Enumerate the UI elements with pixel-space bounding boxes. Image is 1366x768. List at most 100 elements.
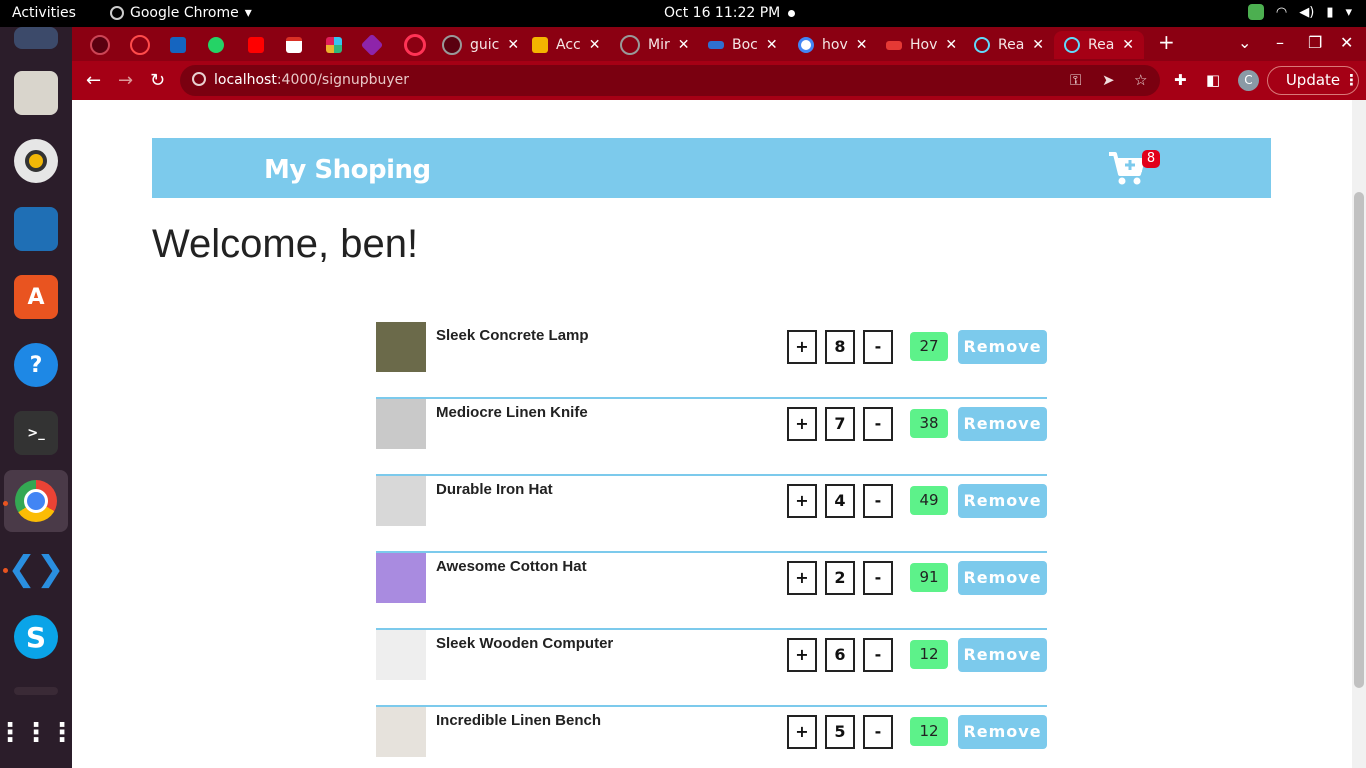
react-icon	[974, 37, 990, 53]
tab-label: Rea	[998, 37, 1025, 53]
vscode-icon[interactable]: ❮❯	[8, 547, 65, 591]
activities-button[interactable]: Activities	[12, 5, 76, 21]
product-name: Incredible Linen Bench	[436, 712, 602, 729]
github-icon	[442, 35, 462, 55]
terminal-icon[interactable]: >_	[14, 411, 58, 455]
notification-dot-icon	[788, 10, 795, 17]
writer-icon[interactable]	[14, 207, 58, 251]
send-icon[interactable]: ➤	[1102, 71, 1115, 89]
product-thumbnail	[376, 476, 426, 526]
key-icon[interactable]: ⚿	[1070, 71, 1081, 89]
tab-7[interactable]: Rea ✕	[974, 31, 1044, 59]
extensions-icon[interactable]: ✚	[1174, 71, 1187, 89]
decrease-quantity-button[interactable]: -	[863, 715, 893, 749]
pinned-tab-gmail[interactable]	[286, 31, 302, 59]
address-bar[interactable]: localhost:4000/signupbuyer ⚿ ➤ ☆	[180, 65, 1160, 96]
rhythmbox-icon[interactable]	[14, 139, 58, 183]
tab-label: Hov	[910, 37, 938, 53]
pinned-tab-target[interactable]	[404, 31, 426, 59]
increase-quantity-button[interactable]: +	[787, 561, 817, 595]
decrease-quantity-button[interactable]: -	[863, 561, 893, 595]
tab-5[interactable]: hov ✕	[798, 31, 867, 59]
tab-label: Mir	[648, 37, 670, 53]
tab-4[interactable]: Boc ✕	[708, 31, 778, 59]
system-tray[interactable]: ◠ ◀) ▮ ▾	[1247, 4, 1352, 20]
kebab-menu-icon[interactable]: ⋮	[1344, 71, 1359, 89]
pinned-tab-slack[interactable]	[326, 31, 342, 59]
chrome-dock-icon[interactable]	[4, 470, 68, 532]
increase-quantity-button[interactable]: +	[787, 484, 817, 518]
pinned-tab-github[interactable]	[90, 31, 110, 59]
side-panel-icon[interactable]: ◧	[1206, 71, 1220, 89]
pinned-tab-youtube[interactable]	[248, 31, 264, 59]
product-name: Awesome Cotton Hat	[436, 558, 587, 575]
url-text[interactable]: localhost:4000/signupbuyer	[214, 72, 409, 88]
price-badge: 27	[910, 332, 948, 361]
decrease-quantity-button[interactable]: -	[863, 484, 893, 518]
page-scrollbar[interactable]	[1352, 100, 1366, 768]
increase-quantity-button[interactable]: +	[787, 407, 817, 441]
tab-label: guic	[470, 37, 500, 53]
app-menu[interactable]: Google Chrome ▾	[110, 5, 252, 21]
cart-icon[interactable]	[1107, 150, 1147, 186]
files-icon[interactable]	[14, 71, 58, 115]
close-icon[interactable]: ✕	[1032, 37, 1044, 53]
json-icon	[170, 37, 186, 53]
show-apps-icon[interactable]: ⋮⋮⋮	[0, 711, 75, 755]
close-icon[interactable]: ✕	[945, 37, 957, 53]
close-icon[interactable]: ✕	[507, 37, 519, 53]
remove-button[interactable]: Remove	[958, 638, 1047, 672]
increase-quantity-button[interactable]: +	[787, 638, 817, 672]
close-icon[interactable]: ✕	[766, 37, 778, 53]
tab-1[interactable]: guic ✕	[442, 31, 519, 59]
tab-8-active[interactable]: Rea ✕	[1054, 31, 1145, 59]
quantity-value: 5	[825, 715, 855, 749]
profile-avatar[interactable]: C	[1238, 70, 1259, 91]
close-icon[interactable]: ✕	[1122, 37, 1134, 53]
tab-6[interactable]: Hov ✕	[886, 31, 957, 59]
price-badge: 49	[910, 486, 948, 515]
dock-partial-app-icon[interactable]	[14, 27, 58, 49]
close-icon[interactable]: ✕	[678, 37, 690, 53]
dock-separator	[14, 687, 58, 695]
increase-quantity-button[interactable]: +	[787, 330, 817, 364]
tab-label: Acc	[556, 37, 581, 53]
close-icon[interactable]: ✕	[589, 37, 601, 53]
pinned-tab-json[interactable]	[170, 31, 186, 59]
remove-button[interactable]: Remove	[958, 330, 1047, 364]
tab-2[interactable]: Acc ✕	[532, 31, 600, 59]
increase-quantity-button[interactable]: +	[787, 715, 817, 749]
maximize-icon[interactable]: ❐	[1308, 33, 1322, 52]
close-icon[interactable]: ✕	[856, 37, 868, 53]
youtube-icon	[248, 37, 264, 53]
site-brand[interactable]: My Shoping	[264, 155, 431, 185]
remove-button[interactable]: Remove	[958, 407, 1047, 441]
window-close-icon[interactable]: ✕	[1340, 33, 1353, 52]
remove-button[interactable]: Remove	[958, 484, 1047, 518]
decrease-quantity-button[interactable]: -	[863, 638, 893, 672]
pinned-tab-whatsapp[interactable]	[208, 31, 224, 59]
web-page: My Shoping 8 Welcome, ben! Sleek Concret…	[72, 100, 1352, 768]
minimize-icon[interactable]: –	[1276, 33, 1284, 52]
tab-search-chevron-icon[interactable]: ⌄	[1238, 33, 1251, 52]
pinned-tab-app[interactable]	[360, 31, 384, 59]
clock[interactable]: Oct 16 11:22 PM	[664, 5, 780, 21]
reload-icon[interactable]: ↻	[150, 70, 165, 91]
help-icon[interactable]: ?	[14, 343, 58, 387]
site-info-icon[interactable]	[192, 72, 206, 86]
software-center-icon[interactable]: A	[14, 275, 58, 319]
decrease-quantity-button[interactable]: -	[863, 407, 893, 441]
remove-button[interactable]: Remove	[958, 561, 1047, 595]
remove-button[interactable]: Remove	[958, 715, 1047, 749]
pinned-tab-opera[interactable]	[130, 31, 150, 59]
tab-3[interactable]: Mir ✕	[620, 31, 689, 59]
cart-item-row: Mediocre Linen Knife +7-38 Remove	[376, 399, 1047, 476]
skype-icon[interactable]: S	[14, 615, 58, 659]
back-icon[interactable]: ←	[86, 70, 101, 91]
decrease-quantity-button[interactable]: -	[863, 330, 893, 364]
star-icon[interactable]: ☆	[1134, 71, 1147, 89]
forward-icon[interactable]: →	[118, 70, 133, 91]
new-tab-icon[interactable]: +	[1158, 30, 1175, 54]
cart-item-row: Sleek Wooden Computer +6-12 Remove	[376, 630, 1047, 707]
scrollbar-thumb[interactable]	[1354, 192, 1364, 688]
